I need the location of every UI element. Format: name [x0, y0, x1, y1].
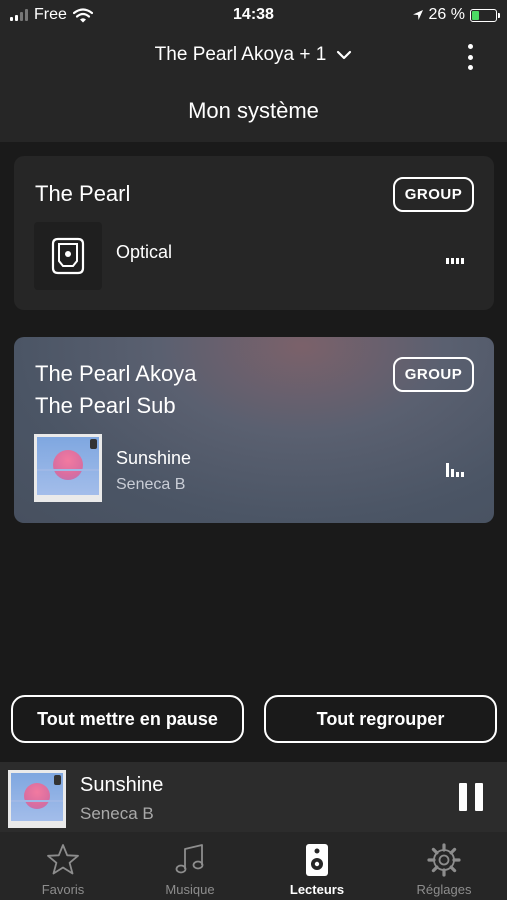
optical-input-icon [51, 237, 85, 275]
tab-reglages[interactable]: Réglages [381, 832, 507, 900]
music-note-icon [175, 844, 204, 874]
group-button[interactable]: GROUP [393, 177, 474, 212]
volume-level-icon [446, 254, 464, 264]
page-title: Mon système [188, 98, 319, 123]
tab-musique[interactable]: Musique [127, 832, 253, 900]
tab-bar: Favoris Musique Lecteurs Réglages [0, 832, 507, 900]
battery-percentage: 26 % [428, 6, 465, 23]
group-button[interactable]: GROUP [393, 357, 474, 392]
device-selector[interactable]: The Pearl Akoya + 1 [0, 44, 507, 66]
battery-level [472, 10, 479, 20]
player-card[interactable]: The Pearl GROUP Optical [14, 156, 494, 310]
pause-all-button[interactable]: Tout mettre en pause [11, 695, 244, 743]
now-playing-album-art [8, 770, 66, 828]
volume-level-icon [446, 463, 464, 477]
album-art [34, 434, 102, 502]
device-selector-label: The Pearl Akoya + 1 [154, 44, 327, 65]
track-title: Sunshine [116, 448, 192, 468]
player-name: The Pearl Akoya [35, 361, 197, 386]
header: The Pearl Akoya + 1 Mon système [0, 30, 507, 142]
tab-favoris[interactable]: Favoris [0, 832, 126, 900]
tab-lecteurs[interactable]: Lecteurs [254, 832, 380, 900]
now-playing-bar[interactable]: Sunshine Seneca B [0, 762, 507, 832]
gear-icon [427, 843, 461, 877]
player-card-active[interactable]: The Pearl Akoya The Pearl Sub GROUP Suns… [14, 337, 494, 523]
group-all-button[interactable]: Tout regrouper [264, 695, 497, 743]
chevron-down-icon [337, 50, 352, 60]
optical-source-tile [34, 222, 102, 290]
now-playing-artist: Seneca B [80, 804, 154, 823]
pause-icon[interactable] [459, 783, 483, 811]
more-options-icon[interactable] [463, 44, 477, 70]
track-artist: Seneca B [116, 476, 186, 493]
tab-label: Musique [165, 882, 215, 897]
speaker-icon [306, 844, 328, 876]
tab-label: Réglages [416, 882, 472, 897]
status-bar: Free 14:38 26 % [0, 0, 507, 30]
sun-artwork [53, 449, 83, 480]
sun-artwork [24, 783, 50, 810]
player-name-secondary: The Pearl Sub [35, 393, 176, 418]
source-label: Optical [116, 242, 173, 262]
battery-icon [470, 8, 500, 22]
player-name: The Pearl [35, 181, 131, 206]
tab-label: Favoris [41, 882, 85, 897]
star-icon [47, 844, 79, 875]
tab-label: Lecteurs [289, 882, 345, 897]
location-arrow-icon [412, 10, 423, 20]
now-playing-title: Sunshine [80, 774, 164, 796]
